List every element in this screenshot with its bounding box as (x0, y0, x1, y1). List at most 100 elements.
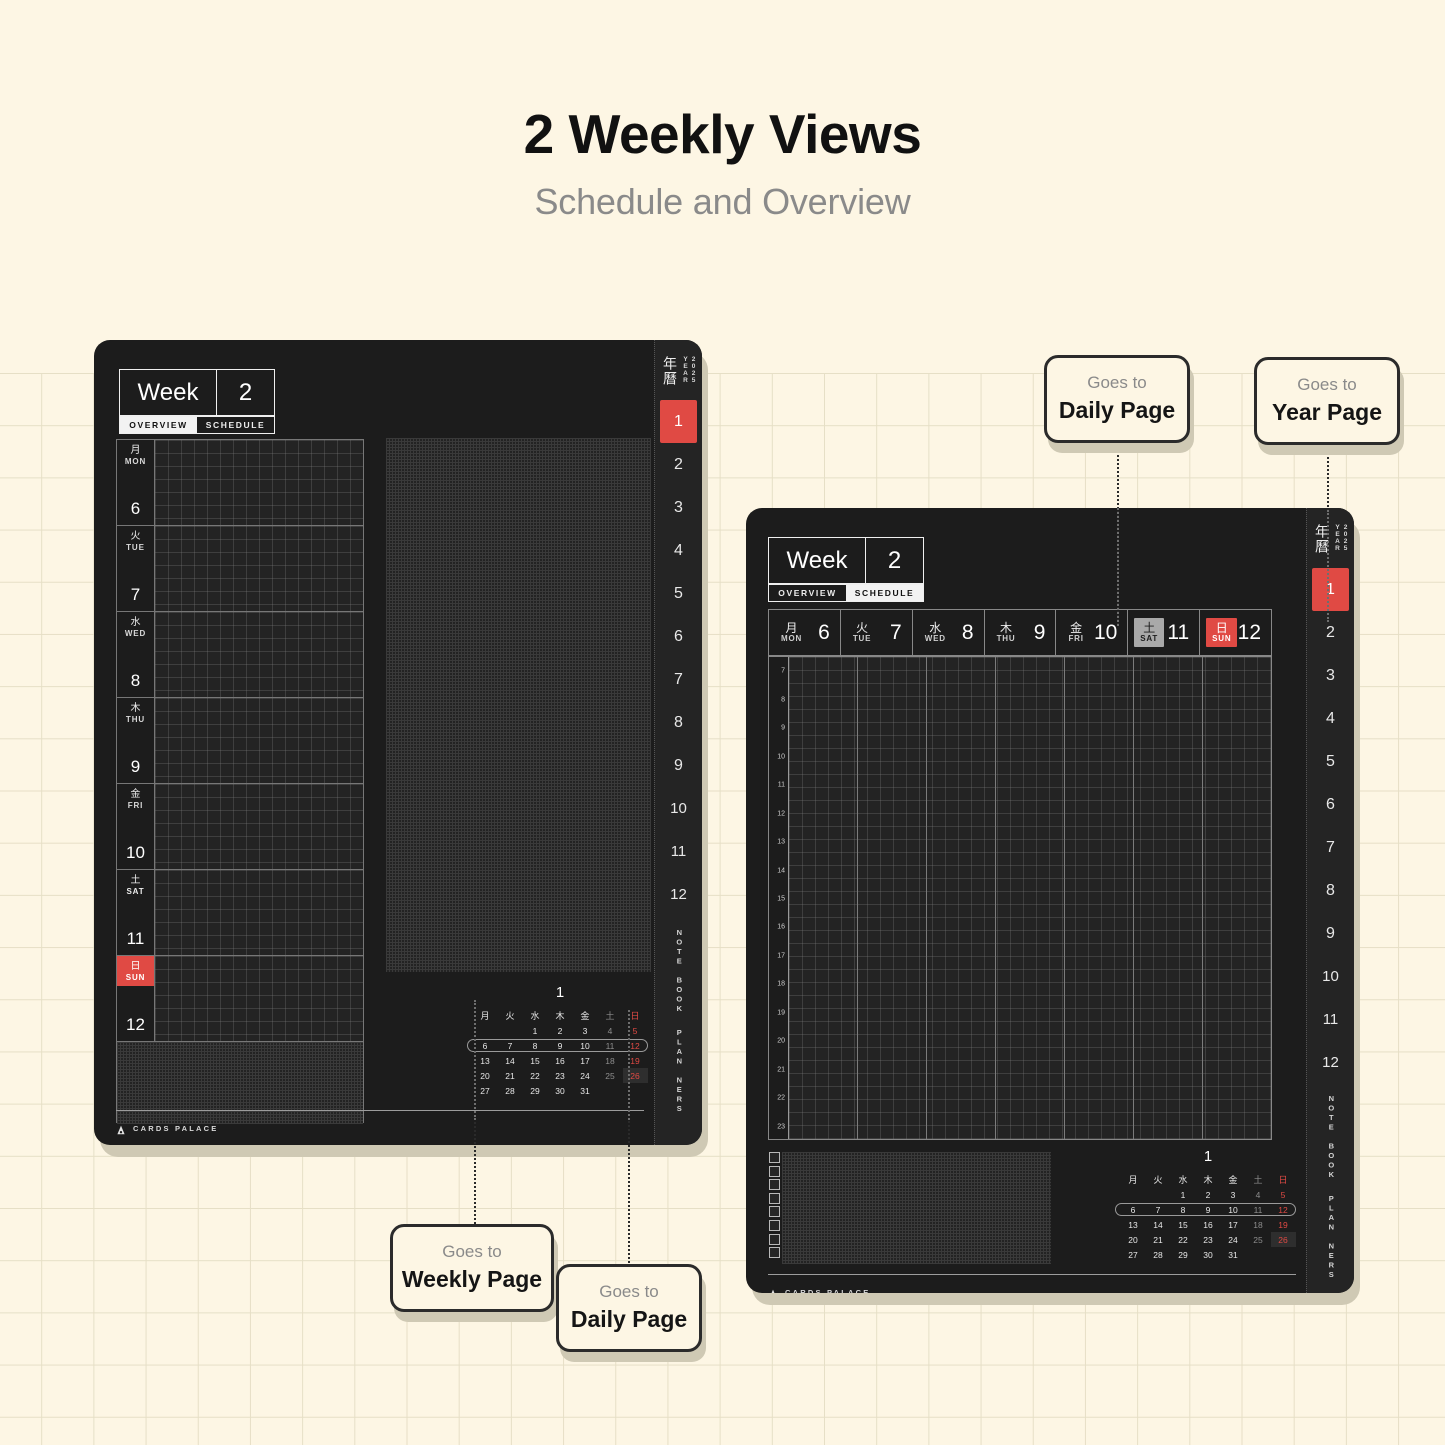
schedule-day-header-cell[interactable]: 日 SUN 12 (1200, 610, 1271, 655)
schedule-rail-footer[interactable]: NOTE BOOK PLAN NERS (1326, 1094, 1336, 1280)
todo-checkbox[interactable] (769, 1192, 780, 1204)
tab-overview[interactable]: OVERVIEW (769, 585, 846, 601)
mini-calendar-day[interactable]: 10 (573, 1038, 598, 1053)
rail-month-11[interactable]: 11 (660, 830, 697, 873)
mini-calendar-day[interactable]: 18 (1246, 1217, 1271, 1232)
schedule-column-tue[interactable] (858, 657, 927, 1139)
mini-calendar-week-row[interactable]: 12345 (1121, 1187, 1296, 1202)
overview-rail-footer[interactable]: NOTE BOOK PLAN NERS (674, 928, 684, 1114)
overview-day-row[interactable]: 金 FRI 10 (117, 784, 363, 870)
mini-calendar-day[interactable]: 28 (498, 1083, 523, 1098)
mini-calendar-day[interactable]: 2 (548, 1023, 573, 1038)
mini-calendar-day[interactable] (1271, 1247, 1296, 1262)
rail-month-9[interactable]: 9 (1312, 912, 1349, 955)
overview-day-row[interactable]: 月 MON 6 (117, 440, 363, 526)
rail-month-3[interactable]: 3 (660, 486, 697, 529)
overview-month-rail[interactable]: 年曆 YEAR 2025 1 2 3 4 5 6 7 8 9 10 11 12 NOTE BOOK P… (654, 340, 702, 1145)
rail-notebook-label[interactable]: NOTE BOOK (1326, 1094, 1336, 1180)
mini-calendar-day[interactable]: 18 (598, 1053, 623, 1068)
mini-calendar-day[interactable]: 23 (1196, 1232, 1221, 1247)
mini-calendar-day[interactable]: 8 (1171, 1202, 1196, 1217)
mini-calendar-day[interactable]: 2 (1196, 1187, 1221, 1202)
rail-month-7[interactable]: 7 (1312, 826, 1349, 869)
callout-daily-page-top[interactable]: Goes to Daily Page (1044, 355, 1190, 443)
todo-checkbox-column[interactable] (768, 1152, 782, 1264)
schedule-day-header-cell[interactable]: 土 SAT 11 (1128, 610, 1201, 655)
mini-calendar-week-row[interactable]: 12345 (473, 1023, 648, 1038)
mini-calendar-week-row[interactable]: 20 21 22 23 24 25 26 (1121, 1232, 1296, 1247)
overview-notes-grid[interactable] (386, 438, 651, 972)
mini-calendar-day[interactable]: 30 (548, 1083, 573, 1098)
overview-day-cells[interactable] (155, 526, 363, 611)
schedule-day-header-cell[interactable]: 木 THU 9 (985, 610, 1057, 655)
mini-calendar-day[interactable]: 31 (1221, 1247, 1246, 1262)
mini-calendar-day[interactable]: 8 (523, 1038, 548, 1053)
mini-calendar-day[interactable]: 15 (1171, 1217, 1196, 1232)
rail-month-10[interactable]: 10 (660, 787, 697, 830)
mini-calendar-day[interactable] (1246, 1247, 1271, 1262)
rail-month-8[interactable]: 8 (660, 701, 697, 744)
rail-planners-label[interactable]: PLAN NERS (1326, 1194, 1336, 1280)
mini-calendar-day[interactable]: 7 (498, 1038, 523, 1053)
mini-calendar-day[interactable]: 28 (1146, 1247, 1171, 1262)
mini-calendar-day[interactable]: 25 (598, 1068, 623, 1083)
schedule-month-rail[interactable]: 年曆 YEAR 2025 1 2 3 4 5 6 7 8 9 10 11 12 NOTE BOOK P… (1306, 508, 1354, 1293)
tab-schedule[interactable]: SCHEDULE (197, 417, 274, 433)
mini-calendar-week-row[interactable]: 6 7 8 9 10 11 12 (1121, 1202, 1296, 1217)
rail-month-2[interactable]: 2 (660, 443, 697, 486)
todo-checkbox[interactable] (769, 1206, 780, 1218)
mini-calendar-day[interactable] (1146, 1187, 1171, 1202)
mini-calendar-day[interactable]: 4 (1246, 1187, 1271, 1202)
schedule-mini-calendar-main[interactable]: 1 月火水木金土日 1 2 3 4 5 6 7 8 9 10 11 12 13 14 15 16 17 18 19 20… (1115, 1148, 1298, 1262)
schedule-column-mon[interactable] (789, 657, 858, 1139)
mini-calendar-day[interactable]: 23 (548, 1068, 573, 1083)
rail-month-12[interactable]: 12 (1312, 1041, 1349, 1084)
overview-mini-calendar[interactable]: 1 月火水木金土日 1 2 3 4 5 6 7 8 9 10 11 12 13 14 15 16 17 18 19 20… (467, 984, 650, 1098)
mini-calendar-day[interactable]: 20 (1121, 1232, 1146, 1247)
rail-month-11[interactable]: 11 (1312, 998, 1349, 1041)
mini-calendar-table[interactable]: 月火水木金土日 1 2 3 4 5 6 7 8 9 10 11 12 13 14 15 16 17 18 19 20 21… (473, 1008, 648, 1098)
mini-calendar-day[interactable] (473, 1023, 498, 1038)
mini-calendar-day[interactable]: 12 (623, 1038, 648, 1053)
mini-calendar-day[interactable]: 27 (1121, 1247, 1146, 1262)
todo-note-grid[interactable] (782, 1152, 1051, 1264)
schedule-column-sun[interactable] (1203, 657, 1271, 1139)
mini-calendar-day[interactable]: 30 (1196, 1247, 1221, 1262)
mini-calendar-day[interactable]: 29 (523, 1083, 548, 1098)
mini-calendar-day[interactable]: 13 (473, 1053, 498, 1068)
tab-schedule[interactable]: SCHEDULE (846, 585, 923, 601)
schedule-hour-grid[interactable]: 7 8 9 10 11 12 13 14 15 16 17 18 19 20 21 22 23 (768, 656, 1272, 1140)
rail-month-5[interactable]: 5 (660, 572, 697, 615)
mini-calendar-day[interactable]: 25 (1246, 1232, 1271, 1247)
overview-day-cells[interactable] (155, 784, 363, 869)
mini-calendar-day[interactable]: 17 (1221, 1217, 1246, 1232)
mini-calendar-week-row[interactable]: 13 14 15 16 17 18 19 (473, 1053, 648, 1068)
overview-day-row[interactable]: 土 SAT 11 (117, 870, 363, 956)
mini-calendar-week-row[interactable]: 6 7 8 9 10 11 12 (473, 1038, 648, 1053)
mini-calendar-day[interactable]: 26 (1270, 1232, 1296, 1247)
mini-calendar-day[interactable]: 1 (1171, 1187, 1196, 1202)
mini-calendar-day[interactable]: 19 (1271, 1217, 1296, 1232)
tab-overview[interactable]: OVERVIEW (120, 417, 197, 433)
mini-calendar-table[interactable]: 月火水木金土日 1 2 3 4 5 6 7 8 9 10 11 12 13 14 15 16 17 18 19 20 21… (1121, 1172, 1296, 1262)
mini-calendar-day[interactable] (623, 1083, 648, 1098)
overview-day-row[interactable]: 木 THU 9 (117, 698, 363, 784)
mini-calendar-day[interactable]: 1 (523, 1023, 548, 1038)
rail-month-5[interactable]: 5 (1312, 740, 1349, 783)
mini-calendar-day[interactable]: 24 (573, 1068, 598, 1083)
schedule-day-header-cell[interactable]: 水 WED 8 (913, 610, 985, 655)
callout-weekly-page[interactable]: Goes to Weekly Page (390, 1224, 554, 1312)
rail-month-1[interactable]: 1 (1312, 568, 1349, 611)
rail-month-12[interactable]: 12 (660, 873, 697, 916)
overview-day-cells[interactable] (155, 440, 363, 525)
rail-planners-label[interactable]: PLAN NERS (674, 1028, 684, 1114)
rail-month-9[interactable]: 9 (660, 744, 697, 787)
rail-month-4[interactable]: 4 (1312, 697, 1349, 740)
rail-month-1[interactable]: 1 (660, 400, 697, 443)
rail-month-3[interactable]: 3 (1312, 654, 1349, 697)
mini-calendar-day[interactable]: 17 (573, 1053, 598, 1068)
mini-calendar-day[interactable]: 13 (1121, 1217, 1146, 1232)
todo-checkbox[interactable] (769, 1247, 780, 1259)
overview-device[interactable]: Week 2 OVERVIEW SCHEDULE 月 MON 6 火 TUE 7 水 WED 8… (94, 340, 702, 1145)
mini-calendar-day[interactable]: 31 (573, 1083, 598, 1098)
